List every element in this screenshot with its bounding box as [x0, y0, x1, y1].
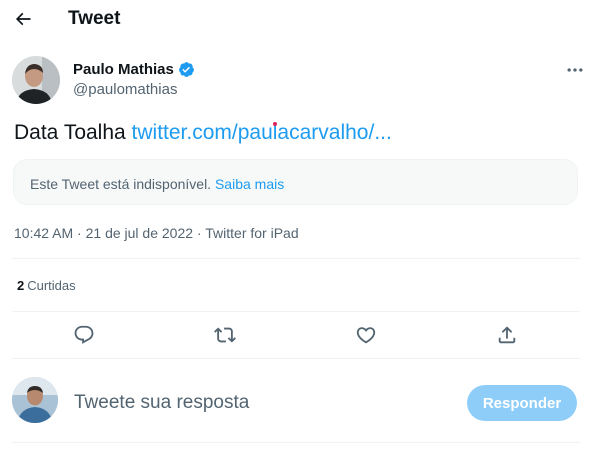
unavailable-quote-box: Este Tweet está indisponível. Saiba mais — [13, 159, 578, 205]
learn-more-link[interactable]: Saiba mais — [215, 176, 284, 192]
tweet-date[interactable]: 21 de jul de 2022 — [86, 225, 193, 241]
likes-label: Curtidas — [27, 278, 76, 293]
share-icon — [498, 326, 516, 344]
tweet-source[interactable]: Twitter for iPad — [205, 225, 298, 241]
reply-submit-button[interactable]: Responder — [467, 385, 577, 421]
arrow-left-icon — [15, 12, 31, 26]
like-icon — [356, 327, 376, 344]
more-horizontal-icon — [567, 68, 583, 72]
verified-badge-icon — [178, 62, 194, 77]
user-avatar[interactable] — [12, 377, 58, 423]
meta-separator: · — [193, 225, 206, 241]
likes-count: 2 — [17, 278, 25, 293]
tweet-author: Paulo Mathias @paulomathias — [12, 56, 592, 104]
author-avatar-image — [12, 56, 60, 104]
meta-separator: · — [73, 225, 86, 241]
share-button[interactable] — [494, 322, 520, 348]
user-avatar-image — [12, 377, 58, 423]
back-button[interactable] — [10, 6, 36, 32]
tweet-text: Data Toalha twitter.com/paulacarvalho/..… — [14, 121, 392, 145]
unavailable-text: Este Tweet está indisponível. — [30, 176, 215, 192]
more-options-button[interactable] — [560, 58, 590, 82]
author-handle[interactable]: @paulomathias — [73, 81, 177, 98]
tweet-meta: 10:42 AM · 21 de jul de 2022 · Twitter f… — [14, 225, 299, 241]
tweet-time[interactable]: 10:42 AM — [14, 225, 73, 241]
reply-icon — [74, 325, 94, 344]
reply-input[interactable] — [74, 386, 444, 420]
reply-composer: Responder — [0, 372, 600, 442]
header: Tweet — [0, 0, 600, 40]
page-title: Tweet — [68, 8, 121, 29]
author-name[interactable]: Paulo Mathias — [73, 61, 195, 78]
retweet-button[interactable] — [212, 322, 238, 348]
retweet-icon — [214, 327, 236, 343]
tweet-actions — [0, 322, 600, 348]
author-avatar[interactable] — [12, 56, 60, 104]
likes-stat[interactable]: 2 Curtidas — [17, 278, 76, 293]
tweet-link[interactable]: twitter.com/paulacarvalho/... — [132, 121, 392, 144]
unavailable-message: Este Tweet está indisponível. Saiba mais — [30, 176, 284, 192]
author-name-text: Paulo Mathias — [73, 61, 174, 78]
divider — [12, 258, 580, 259]
divider — [12, 442, 580, 443]
divider — [12, 311, 580, 312]
cursor-dot — [273, 122, 277, 126]
reply-button[interactable] — [71, 322, 97, 348]
like-button[interactable] — [353, 322, 379, 348]
divider — [12, 358, 580, 359]
tweet-body-text: Data Toalha — [14, 121, 132, 144]
